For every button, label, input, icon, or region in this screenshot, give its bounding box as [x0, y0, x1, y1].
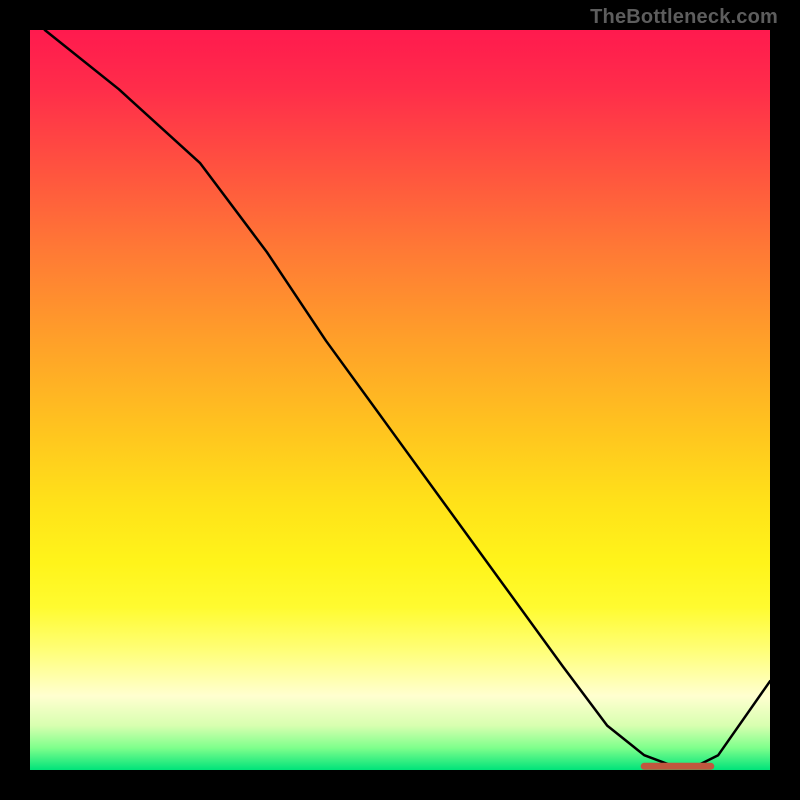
bottleneck-curve — [45, 30, 770, 766]
plot-area — [30, 30, 770, 770]
chart-stage: TheBottleneck.com — [0, 0, 800, 800]
attribution-label: TheBottleneck.com — [590, 6, 778, 29]
chart-svg — [30, 30, 770, 770]
